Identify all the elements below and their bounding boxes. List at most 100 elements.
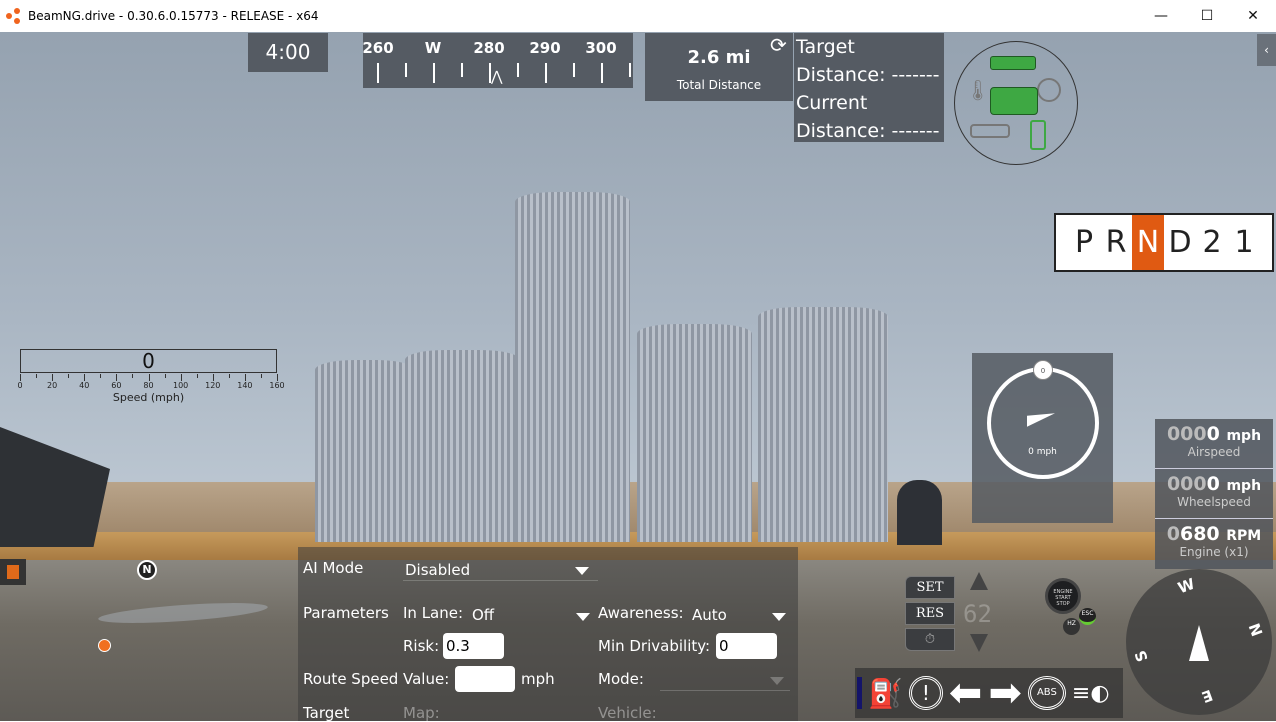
total-distance-label: Total Distance: [676, 78, 762, 92]
cruise-up-button[interactable]: [970, 572, 988, 590]
piston-icon: [1030, 120, 1046, 150]
gear-n: N: [1132, 215, 1164, 270]
stopwatch-icon: ⏱: [924, 632, 936, 647]
gear-d: D: [1168, 225, 1192, 260]
readout-value: 0: [1206, 423, 1220, 445]
speed-bar-tick-label: 0: [17, 381, 23, 390]
silo: [637, 324, 752, 542]
chevron-down-icon: [576, 613, 590, 621]
speedometer-top-label: 0: [1033, 360, 1053, 380]
readout-value: 680: [1179, 523, 1220, 545]
route-speed-label: Route Speed: [303, 670, 399, 688]
wheelspeed-readout: 0000 mph Wheelspeed: [1155, 469, 1273, 519]
gear-2: 2: [1202, 225, 1222, 260]
silo: [315, 360, 415, 542]
heading-tick: [461, 63, 463, 77]
awareness-select[interactable]: Auto: [690, 603, 790, 627]
heading-strip: 260 W 280 290 300 ⋀: [362, 33, 633, 88]
heading-label: 290: [529, 39, 561, 57]
speedometer: 0 0 mph: [972, 353, 1113, 523]
mode-select[interactable]: [660, 667, 790, 691]
heading-tick: [601, 63, 603, 83]
gear-p: P: [1074, 225, 1094, 260]
hazard-button[interactable]: HZ: [1063, 618, 1080, 635]
in-lane-label: In Lane:: [403, 604, 464, 622]
speed-bar-tick: [180, 374, 182, 381]
speed-bar-tick-label: 100: [172, 381, 189, 390]
readout-unit: mph: [1226, 428, 1262, 444]
speed-bar: 0: [20, 349, 277, 373]
turbo-icon: [1037, 78, 1061, 102]
map-toggle-button[interactable]: [0, 559, 26, 585]
ai-mode-select[interactable]: Disabled: [403, 557, 598, 581]
side-panel-toggle[interactable]: ‹: [1257, 34, 1276, 66]
headlight-icon: ≡◐: [1071, 680, 1110, 706]
gear-1: 1: [1234, 225, 1254, 260]
speed-bar-tick-label: 160: [269, 381, 285, 390]
minimize-button[interactable]: —: [1138, 0, 1184, 32]
risk-input[interactable]: [443, 633, 504, 659]
risk-label: Risk:: [403, 637, 440, 655]
in-lane-value: Off: [472, 606, 495, 624]
right-signal-icon: ➡: [988, 670, 1022, 716]
cruise-set-button[interactable]: SET: [905, 576, 955, 599]
speed-bar-tick: [244, 374, 246, 381]
dashboard-lights: ⛽ ! ⬅ ➡ ABS ≡◐: [855, 668, 1123, 718]
min-drivability-input[interactable]: [716, 633, 777, 659]
readout-pad: 000: [1166, 423, 1207, 445]
speed-bar-tick: [228, 374, 230, 378]
cruise-down-button[interactable]: [970, 634, 988, 652]
speed-bar-tick: [196, 374, 198, 378]
mode-label: Mode:: [598, 670, 644, 688]
engine-start-stop-button[interactable]: ENGINE START STOP: [1045, 578, 1081, 614]
heading-label: W: [424, 39, 442, 57]
heading-tick: [573, 63, 575, 77]
heading-tick: [517, 63, 519, 77]
route-speed-input[interactable]: [455, 666, 515, 692]
refresh-icon[interactable]: ⟳: [770, 33, 787, 57]
target-distance: Distance: -------: [796, 64, 940, 86]
speed-bar-tick-label: 120: [205, 381, 221, 390]
speed-bar-tick-label: 40: [79, 381, 90, 390]
in-lane-select[interactable]: Off: [470, 603, 592, 627]
maximize-button[interactable]: ☐: [1184, 0, 1230, 32]
map-select[interactable]: Map:: [403, 704, 440, 722]
timer: 4:00: [248, 33, 328, 72]
compass-e: E: [1199, 685, 1216, 707]
speed-bar-tick: [260, 374, 262, 378]
speed-bar-tick: [20, 374, 21, 381]
vehicle-select[interactable]: Vehicle:: [598, 704, 657, 722]
close-button[interactable]: ✕: [1230, 0, 1276, 32]
ai-control-panel: AI Mode Disabled Parameters In Lane: Off…: [298, 547, 798, 722]
awareness-value: Auto: [692, 606, 727, 624]
heading-label: 280: [473, 39, 505, 57]
readout-pad: 000: [1166, 473, 1207, 495]
current-distance: Distance: -------: [796, 120, 940, 142]
engine-status-widget: 🌡: [954, 41, 1078, 165]
target-line: Target: [796, 36, 855, 58]
airspeed-readout: 0000 mph Airspeed: [1155, 419, 1273, 469]
silo: [405, 350, 520, 542]
ai-mode-value: Disabled: [405, 561, 471, 579]
readout-unit: mph: [1226, 478, 1262, 494]
heading-tick: [433, 63, 435, 83]
stop-label: STOP: [1056, 601, 1070, 607]
speedometer-value: 0 mph: [1028, 447, 1057, 457]
fuel-level-bar: [857, 677, 862, 709]
esc-button[interactable]: ESC: [1079, 608, 1096, 625]
window-title: BeamNG.drive - 0.30.6.0.15773 - RELEASE …: [28, 9, 319, 23]
cruise-resume-button[interactable]: RES: [905, 602, 955, 625]
speed-bar-scale: Speed (mph) 0 20 40 60 80 100 120 140 160: [17, 374, 285, 404]
readout-label: Engine (x1): [1179, 545, 1249, 559]
gear-r: R: [1105, 225, 1127, 260]
speed-bar-tick-label: 20: [47, 381, 58, 390]
current-line: Current: [796, 92, 868, 114]
ai-mode-label: AI Mode: [303, 559, 364, 577]
readout-value: 0: [1206, 473, 1220, 495]
silo: [515, 192, 630, 542]
speed-bar-tick: [148, 374, 150, 381]
route-speed-unit: mph: [521, 670, 555, 688]
minimap-north-icon: N: [137, 560, 157, 580]
fuel-icon: ⛽: [868, 676, 903, 710]
cruise-toggle-button[interactable]: ⏱: [905, 628, 955, 651]
